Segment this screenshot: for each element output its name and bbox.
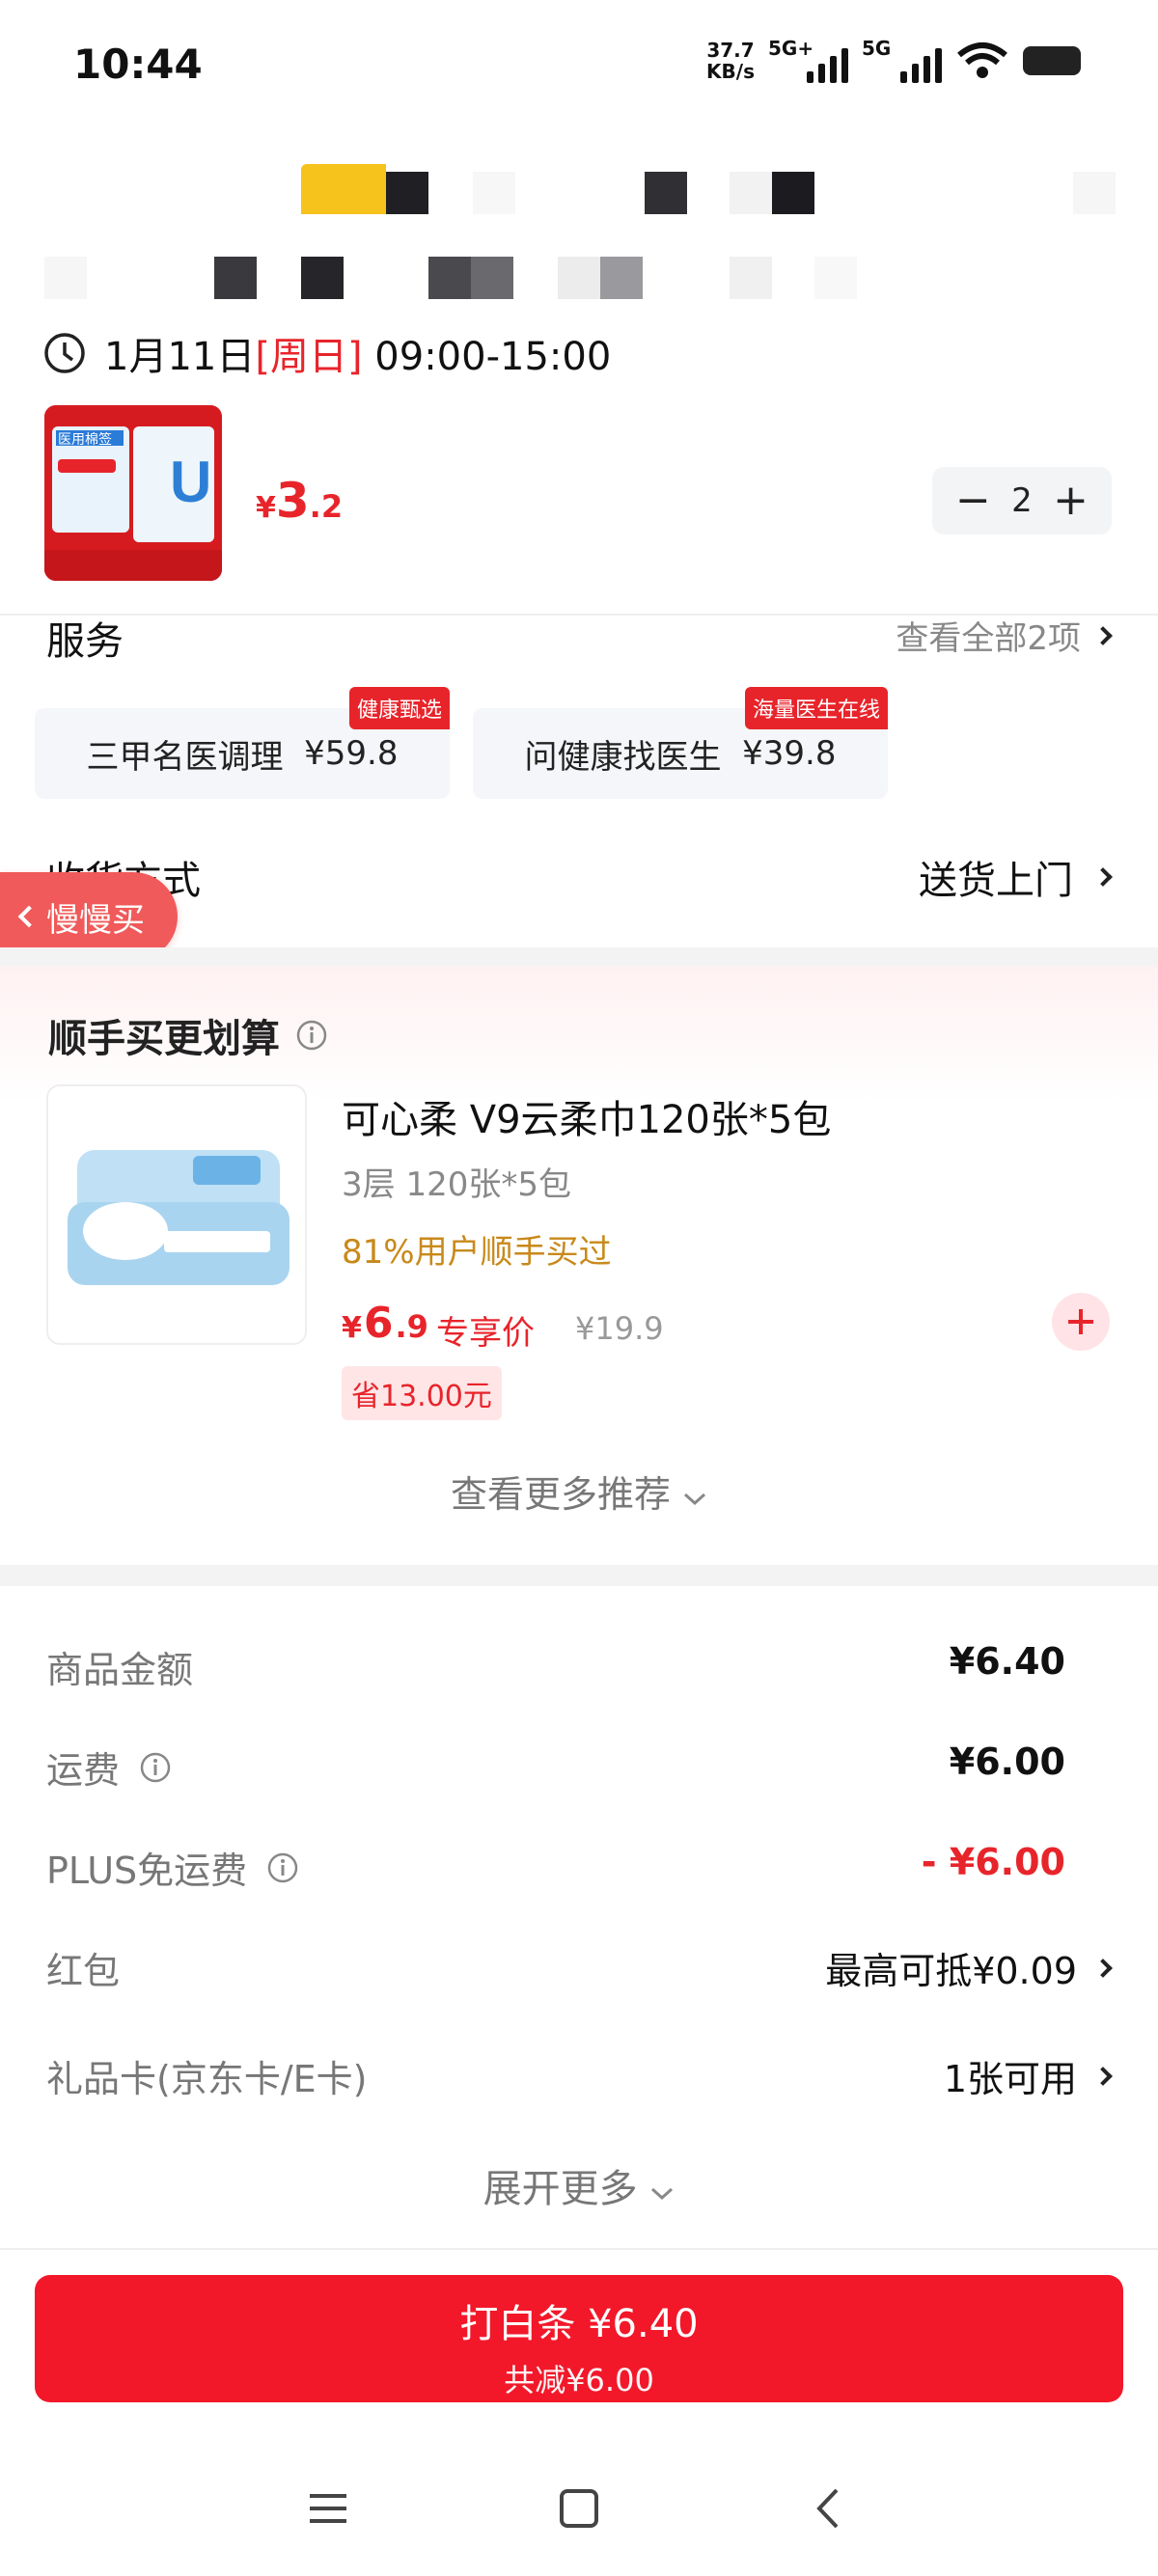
- recommendation-thumbnail[interactable]: [46, 1084, 307, 1345]
- clock-icon: [44, 333, 85, 373]
- chevron-right-icon: [1093, 625, 1113, 645]
- recommendation-price: ¥6.9: [342, 1299, 428, 1348]
- summary-red-packet-selector[interactable]: 最高可抵¥0.09: [825, 1941, 1113, 1994]
- summary-red-packet-label: 红包: [46, 1950, 121, 1992]
- svg-text:医用棉签: 医用棉签: [58, 431, 112, 448]
- wifi-icon: [957, 42, 1007, 78]
- product-image: U 医用棉签: [44, 405, 222, 581]
- info-icon[interactable]: [139, 1751, 172, 1784]
- recommendation-name[interactable]: 可心柔 V9云柔巾120张*5包: [342, 1088, 831, 1144]
- summary-goods-amount-label: 商品金额: [46, 1649, 194, 1691]
- summary-shipping-fee-label: 运费: [46, 1740, 172, 1794]
- summary-shipping-fee-value: ¥6.00: [949, 1740, 1065, 1783]
- tissue-pack-image: [48, 1086, 305, 1343]
- service-badge: 海量医生在线: [744, 687, 888, 729]
- quantity-value[interactable]: 2: [1011, 481, 1033, 520]
- signal-5g-plus-icon: 5G+: [768, 37, 848, 83]
- shipping-method-selector[interactable]: 送货上门: [919, 849, 1113, 905]
- chevron-right-icon: [1093, 867, 1113, 887]
- decrease-button[interactable]: −: [955, 480, 991, 522]
- chevron-down-icon: [684, 1493, 706, 1506]
- chevron-down-icon: [651, 2187, 674, 2201]
- recommendation-spec: 3层 120张*5包: [342, 1165, 571, 1204]
- increase-button[interactable]: +: [1053, 480, 1089, 522]
- summary-goods-amount-value: ¥6.40: [949, 1640, 1065, 1683]
- chevron-right-icon: [1093, 2066, 1113, 2086]
- more-recommendations-link[interactable]: 查看更多推荐: [0, 1465, 1158, 1518]
- chevron-left-icon: [17, 905, 41, 928]
- network-speed: 37.7 KB/s: [706, 39, 755, 83]
- info-icon[interactable]: [295, 1019, 328, 1052]
- service-card-ask-doctor[interactable]: 海量医生在线 问健康找医生 ¥39.8: [473, 687, 888, 799]
- product-price: ¥3.2: [256, 473, 344, 529]
- system-nav-bar: [0, 2470, 1158, 2547]
- svg-text:U: U: [170, 450, 211, 514]
- service-badge: 健康甄选: [348, 687, 450, 729]
- pay-with-baitiao-button[interactable]: 打白条 ¥6.40 共减¥6.00: [35, 2275, 1123, 2402]
- service-card-famous-doctor[interactable]: 健康甄选 三甲名医调理 ¥59.8: [35, 687, 450, 799]
- menu-icon[interactable]: [304, 2484, 352, 2533]
- plus-icon: [1068, 1309, 1093, 1334]
- signal-5g-icon: 5G: [862, 37, 942, 83]
- quantity-stepper[interactable]: − 2 +: [932, 467, 1112, 534]
- status-bar: 10:44 37.7 KB/s 5G+ 5G: [0, 0, 1158, 135]
- delivery-time-text: 1月11日[周日] 09:00-15:00: [104, 335, 612, 379]
- expand-more-link[interactable]: 展开更多: [0, 2157, 1158, 2213]
- status-time: 10:44: [73, 41, 203, 88]
- info-icon[interactable]: [266, 1851, 299, 1884]
- summary-plus-free-shipping-value: - ¥6.00: [921, 1841, 1065, 1883]
- summary-plus-free-shipping-label: PLUS免运费: [46, 1841, 299, 1894]
- product-thumbnail[interactable]: U 医用棉签: [44, 405, 222, 581]
- summary-gift-card-selector[interactable]: 1张可用: [944, 2049, 1113, 2102]
- save-amount-badge: 省13.00元: [342, 1366, 502, 1420]
- delivery-time-row[interactable]: 1月11日[周日] 09:00-15:00: [42, 328, 612, 379]
- summary-gift-card-label: 礼品卡(京东卡/E卡): [46, 2058, 368, 2100]
- home-icon[interactable]: [555, 2484, 603, 2533]
- view-all-services-link[interactable]: 查看全部2项: [896, 612, 1113, 659]
- add-recommendation-button[interactable]: [1052, 1293, 1110, 1351]
- section-gap: [0, 947, 1158, 967]
- recommendation-bought-stat: 81%用户顺手买过: [342, 1233, 612, 1272]
- services-title: 服务: [46, 619, 124, 664]
- exclusive-price-label: 专享价: [436, 1314, 535, 1353]
- status-icons: 37.7 KB/s 5G+ 5G: [706, 37, 1081, 83]
- address-mosaic: [0, 145, 1158, 318]
- original-price: ¥19.9: [575, 1310, 664, 1347]
- chevron-right-icon: [1093, 1958, 1113, 1978]
- battery-icon: [1023, 46, 1081, 75]
- recommendation-title: 顺手买更划算: [48, 1007, 328, 1063]
- back-icon[interactable]: [806, 2484, 854, 2533]
- section-gap: [0, 1565, 1158, 1586]
